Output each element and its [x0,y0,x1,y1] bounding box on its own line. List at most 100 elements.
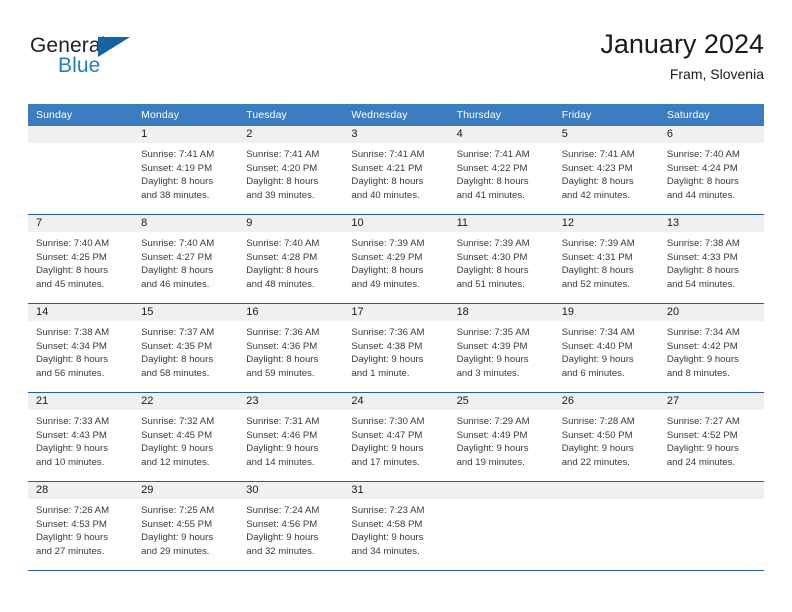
day-info-line: Daylight: 8 hours [561,265,634,277]
day-info-line: and 41 minutes. [456,189,525,201]
calendar-day-cell[interactable]: 23 Sunrise: 7:31 AM Sunset: 4:46 PM Dayligh… [238,392,344,482]
day-sun-info: Sunrise: 7:40 AM Sunset: 4:24 PM Daylight:… [659,143,764,202]
calendar-day-cell[interactable]: 17 Sunrise: 7:36 AM Sunset: 4:38 PM Dayligh… [343,303,449,393]
general-blue-logo[interactable]: General Blue [30,34,170,90]
day-sun-info: Sunrise: 7:30 AM Sunset: 4:47 PM Daylight:… [343,410,448,469]
day-info-line: Sunset: 4:40 PM [561,340,633,352]
day-info-line: Sunrise: 7:36 AM [246,327,320,338]
day-number: 20 [658,304,764,321]
calendar-day-cell[interactable]: 8 Sunrise: 7:40 AM Sunset: 4:27 PM Daylight… [133,214,239,304]
day-info-line: Daylight: 8 hours [141,176,214,188]
day-number: 16 [238,304,344,321]
day-info-line: and 59 minutes. [246,367,315,379]
calendar-day-cell[interactable]: 14 Sunrise: 7:38 AM Sunset: 4:34 PM Dayligh… [28,303,134,393]
calendar-day-cell[interactable]: 31 Sunrise: 7:23 AM Sunset: 4:58 PM Dayligh… [343,481,449,570]
day-info-line: Daylight: 9 hours [351,354,424,366]
page-header: General Blue January 2024 Fram, Slovenia [28,28,764,96]
day-info-line: Daylight: 8 hours [561,176,634,188]
day-info-line: Sunset: 4:33 PM [666,251,738,263]
calendar-day-cell[interactable]: 3 Sunrise: 7:41 AM Sunset: 4:21 PM Daylight… [343,126,449,215]
calendar-day-cell[interactable]: 15 Sunrise: 7:37 AM Sunset: 4:35 PM Dayligh… [133,303,239,393]
day-info-line: Daylight: 9 hours [666,354,739,366]
day-info-line: and 3 minutes. [456,367,520,379]
calendar-day-cell-empty [658,481,764,570]
day-info-line: Sunrise: 7:41 AM [141,149,215,160]
day-number: 7 [28,215,134,232]
day-info-line: Sunset: 4:53 PM [36,518,107,530]
day-info-line: Daylight: 9 hours [666,443,739,455]
day-info-line: and 39 minutes. [246,189,315,201]
day-sun-info [28,143,133,148]
day-sun-info: Sunrise: 7:36 AM Sunset: 4:38 PM Daylight:… [343,321,448,380]
calendar-day-cell[interactable]: 18 Sunrise: 7:35 AM Sunset: 4:39 PM Dayligh… [448,303,554,393]
day-info-line: Daylight: 8 hours [36,354,108,366]
day-info-line: Sunrise: 7:29 AM [456,416,530,427]
day-info-line: Sunset: 4:25 PM [36,251,107,263]
calendar-day-cell[interactable]: 5 Sunrise: 7:41 AM Sunset: 4:23 PM Daylight… [553,126,659,215]
calendar-day-cell[interactable]: 16 Sunrise: 7:36 AM Sunset: 4:36 PM Dayligh… [238,303,344,393]
calendar-day-cell[interactable]: 20 Sunrise: 7:34 AM Sunset: 4:42 PM Dayligh… [658,303,764,393]
day-info-line: Daylight: 9 hours [141,532,214,544]
calendar-day-cell[interactable]: 10 Sunrise: 7:39 AM Sunset: 4:29 PM Dayligh… [343,214,449,304]
day-sun-info: Sunrise: 7:29 AM Sunset: 4:49 PM Daylight:… [449,410,554,469]
day-sun-info: Sunrise: 7:37 AM Sunset: 4:35 PM Daylight:… [133,321,238,380]
calendar-day-cell[interactable]: 12 Sunrise: 7:39 AM Sunset: 4:31 PM Dayligh… [553,214,659,304]
day-sun-info: Sunrise: 7:33 AM Sunset: 4:43 PM Daylight:… [28,410,133,469]
day-info-line: Sunrise: 7:35 AM [456,327,530,338]
day-info-line: Sunrise: 7:34 AM [561,327,635,338]
day-info-line: Daylight: 9 hours [351,443,424,455]
calendar-day-cell[interactable]: 19 Sunrise: 7:34 AM Sunset: 4:40 PM Dayligh… [553,303,659,393]
day-info-line: Sunset: 4:39 PM [456,340,528,352]
calendar-day-cell[interactable]: 13 Sunrise: 7:38 AM Sunset: 4:33 PM Dayligh… [658,214,764,304]
day-info-line: Daylight: 9 hours [141,443,214,455]
day-info-line: Daylight: 9 hours [246,443,319,455]
day-info-line: Daylight: 9 hours [561,354,634,366]
calendar-day-cell[interactable]: 26 Sunrise: 7:28 AM Sunset: 4:50 PM Dayligh… [553,392,659,482]
calendar-day-cell[interactable]: 4 Sunrise: 7:41 AM Sunset: 4:22 PM Daylight… [448,126,554,215]
day-number: 26 [553,393,659,410]
calendar-day-cell[interactable]: 6 Sunrise: 7:40 AM Sunset: 4:24 PM Daylight… [658,126,764,215]
calendar-day-cell[interactable]: 21 Sunrise: 7:33 AM Sunset: 4:43 PM Dayligh… [28,392,134,482]
day-number: 2 [238,126,344,143]
calendar-day-cell[interactable]: 1 Sunrise: 7:41 AM Sunset: 4:19 PM Daylight… [133,126,239,215]
day-sun-info: Sunrise: 7:32 AM Sunset: 4:45 PM Daylight:… [133,410,238,469]
calendar-day-cell[interactable]: 25 Sunrise: 7:29 AM Sunset: 4:49 PM Dayligh… [448,392,554,482]
day-info-line: Sunrise: 7:37 AM [141,327,215,338]
day-info-line: Sunset: 4:36 PM [246,340,318,352]
day-info-line: Sunset: 4:31 PM [561,251,633,263]
calendar-day-cell[interactable]: 2 Sunrise: 7:41 AM Sunset: 4:20 PM Daylight… [238,126,344,215]
calendar-day-cell[interactable]: 29 Sunrise: 7:25 AM Sunset: 4:55 PM Dayligh… [133,481,239,570]
calendar-day-cell[interactable]: 9 Sunrise: 7:40 AM Sunset: 4:28 PM Daylight… [238,214,344,304]
day-sun-info: Sunrise: 7:24 AM Sunset: 4:56 PM Daylight:… [238,499,343,558]
calendar-day-cell[interactable]: 27 Sunrise: 7:27 AM Sunset: 4:52 PM Dayligh… [658,392,764,482]
day-info-line: Sunrise: 7:28 AM [561,416,635,427]
day-info-line: Sunrise: 7:33 AM [36,416,110,427]
calendar-day-cell[interactable]: 24 Sunrise: 7:30 AM Sunset: 4:47 PM Dayligh… [343,392,449,482]
day-number: 3 [343,126,449,143]
day-sun-info: Sunrise: 7:40 AM Sunset: 4:27 PM Daylight:… [133,232,238,291]
calendar-day-cell-empty [448,481,554,570]
calendar-day-cell[interactable]: 11 Sunrise: 7:39 AM Sunset: 4:30 PM Dayligh… [448,214,554,304]
day-info-line: Sunrise: 7:36 AM [351,327,425,338]
day-sun-info: Sunrise: 7:34 AM Sunset: 4:42 PM Daylight:… [659,321,764,380]
day-info-line: and 32 minutes. [246,545,315,557]
day-sun-info: Sunrise: 7:41 AM Sunset: 4:20 PM Daylight:… [238,143,343,202]
calendar-day-cell[interactable]: 28 Sunrise: 7:26 AM Sunset: 4:53 PM Dayligh… [28,481,134,570]
day-info-line: Sunset: 4:34 PM [36,340,107,352]
day-sun-info: Sunrise: 7:25 AM Sunset: 4:55 PM Daylight:… [133,499,238,558]
calendar-day-cell[interactable]: 7 Sunrise: 7:40 AM Sunset: 4:25 PM Daylight… [28,214,134,304]
day-info-line: Sunrise: 7:39 AM [456,238,530,249]
day-info-line: and 6 minutes. [561,367,625,379]
day-info-line: Sunrise: 7:25 AM [141,505,215,516]
day-info-line: Sunrise: 7:27 AM [666,416,740,427]
day-info-line: Sunrise: 7:41 AM [246,149,320,160]
day-number: 10 [343,215,449,232]
calendar-day-cell-empty [553,481,659,570]
calendar-day-cell[interactable]: 30 Sunrise: 7:24 AM Sunset: 4:56 PM Dayligh… [238,481,344,570]
day-info-line: and 45 minutes. [36,278,105,290]
day-info-line: Sunrise: 7:30 AM [351,416,425,427]
day-info-line: Sunrise: 7:38 AM [36,327,110,338]
day-info-line: and 34 minutes. [351,545,420,557]
day-number: 13 [658,215,764,232]
calendar-day-cell[interactable]: 22 Sunrise: 7:32 AM Sunset: 4:45 PM Dayligh… [133,392,239,482]
